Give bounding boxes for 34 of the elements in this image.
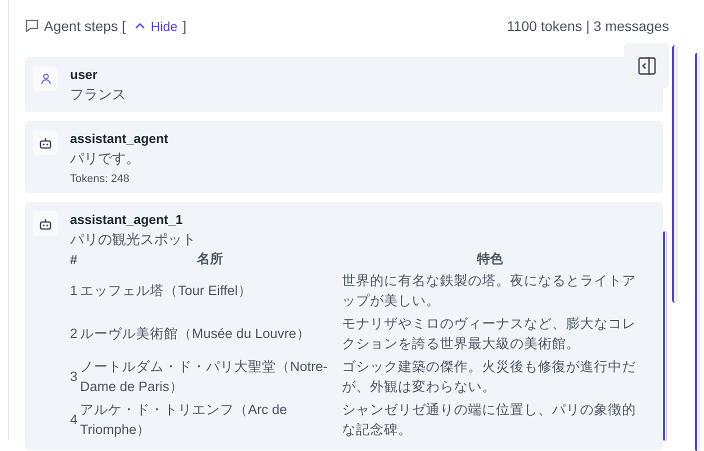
column-header: # — [70, 250, 78, 268]
table-cell-text: 1 — [70, 282, 79, 300]
message-text: フランス — [70, 85, 127, 104]
robot-icon — [39, 136, 52, 148]
table-cell-text: ノートルダム・ド・パリ大聖堂（Notre-Dame de Paris） — [80, 358, 329, 396]
table-cell-text: ルーヴル美術館（Musée du Louvre） — [80, 325, 312, 343]
column-header: 名所 — [196, 250, 224, 268]
table-cell-text: シャンゼリゼ通りの端に位置し、パリの象徴的な記念碑。 — [341, 401, 637, 439]
table-cell-text: エッフェル塔（Tour Eiffel） — [80, 282, 253, 300]
table-cell-text: アルケ・ド・トリエンフ（Arc de Triomphe） — [80, 401, 288, 439]
robot-icon — [39, 218, 52, 230]
table-cell-text: ゴシック建築の傑作。火災後も修復が進行中だが、外観は変わらない。 — [341, 358, 637, 396]
token-stats: 1100 tokens | 3 messages — [506, 18, 669, 34]
person-icon — [40, 72, 52, 84]
message-text: パリです。 — [70, 149, 141, 168]
message-text: パリの観光スポット — [70, 230, 197, 249]
chevron-up-icon — [134, 22, 145, 30]
table-cell-text: モナリザやミロのヴィーナスなど、膨大なコレクションを誇る世界最大級の美術館。 — [341, 315, 637, 353]
sender-name: assistant_agent — [70, 130, 170, 148]
hide-toggle[interactable]: Hide — [130, 18, 178, 34]
scrollbar[interactable] — [695, 53, 700, 451]
table-cell: 2 — [70, 313, 80, 356]
section-title: Agent steps [ — [44, 18, 126, 34]
column-header: 特色 — [476, 250, 504, 268]
table-cell-text: 3 — [70, 368, 79, 386]
scrollbar[interactable] — [672, 45, 678, 303]
sender-name: user — [70, 66, 98, 84]
table-cell-text: 世界的に有名な鉄製の塔。夜になるとライトアップが美しい。 — [341, 272, 637, 310]
token-count: Tokens: 248 — [70, 173, 130, 185]
sidebar-collapse-icon — [638, 56, 656, 74]
sender-name: assistant_agent_1 — [70, 211, 184, 229]
bracket-text: ] — [182, 18, 186, 34]
table-cell: 4 — [70, 399, 80, 442]
chat-bubble-icon — [25, 19, 39, 33]
